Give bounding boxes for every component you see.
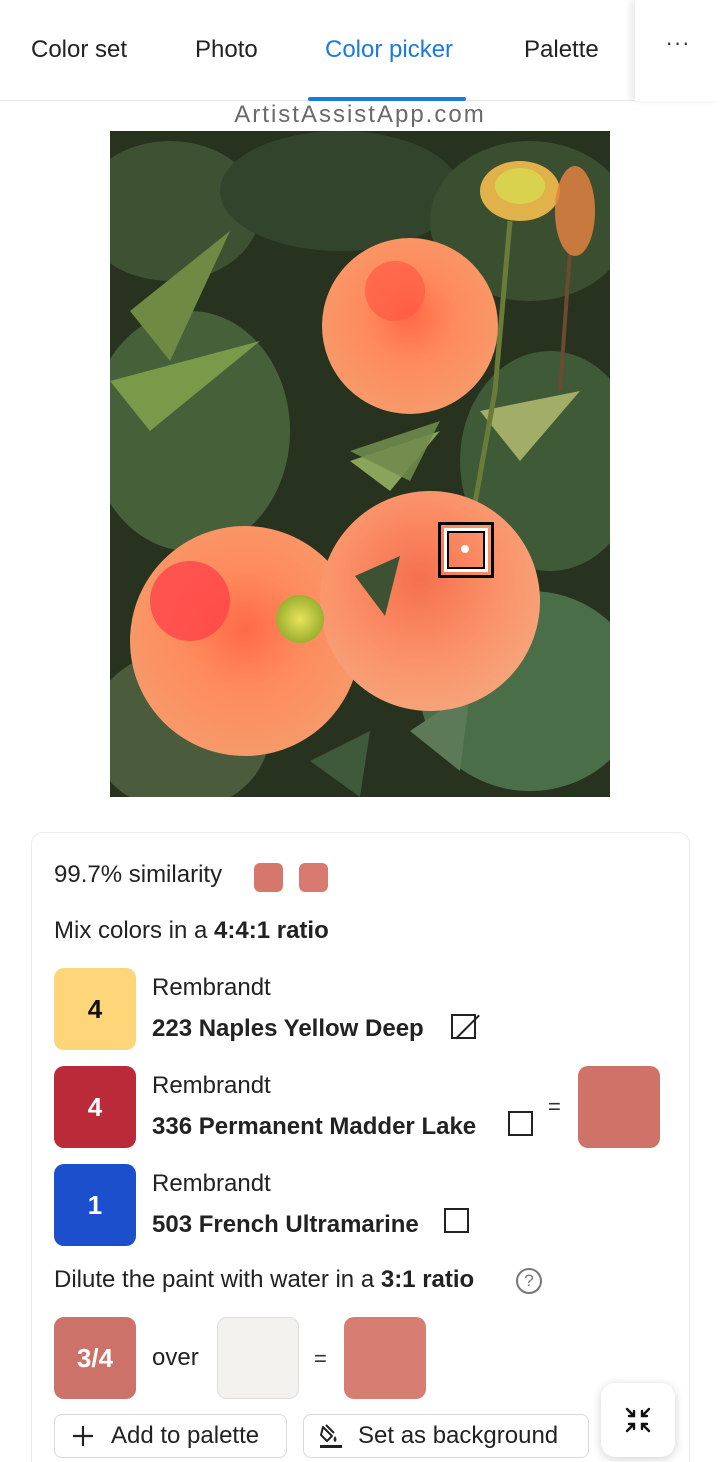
- tab-color-picker[interactable]: Color picker: [325, 36, 453, 64]
- paint-3-swatch: 1: [54, 1164, 136, 1246]
- paint-1-opaque-icon: [451, 1014, 476, 1039]
- exit-fullscreen-button[interactable]: [601, 1383, 675, 1457]
- mix-ratio-value: 4:4:1 ratio: [214, 917, 329, 944]
- paint-2-name: 336 Permanent Madder Lake: [152, 1113, 477, 1140]
- set-as-background-button[interactable]: Set as background: [303, 1414, 589, 1458]
- photo-canvas[interactable]: [110, 131, 610, 797]
- tab-palette[interactable]: Palette: [524, 36, 599, 64]
- paint-1-name: 223 Naples Yellow Deep: [152, 1015, 424, 1042]
- dahlia-photo: [110, 131, 610, 797]
- paint-3-count: 1: [87, 1189, 103, 1220]
- paint-1-brand: Rembrandt: [152, 974, 271, 1001]
- tab-color-set[interactable]: Color set: [31, 36, 127, 64]
- add-to-palette-label: Add to palette: [111, 1422, 260, 1449]
- more-tabs-button[interactable]: ···: [634, 0, 720, 101]
- mix-equals-sign: =: [548, 1094, 561, 1119]
- add-to-palette-button[interactable]: Add to palette: [54, 1414, 287, 1458]
- dilute-prefix: Dilute the paint with water in a: [54, 1266, 375, 1293]
- dilute-fraction: 3/4: [76, 1342, 114, 1373]
- matched-color-swatch: [299, 863, 328, 892]
- paint-2-swatch: 4: [54, 1066, 136, 1148]
- dilute-result-swatch: [344, 1317, 426, 1399]
- paint-2-count: 4: [87, 1091, 103, 1122]
- mix-result-swatch: [578, 1066, 660, 1148]
- tab-photo[interactable]: Photo: [195, 36, 258, 64]
- paint-bucket-icon: [304, 1423, 358, 1449]
- color-picker-dot: [461, 545, 469, 553]
- paint-2-transparent-icon: [508, 1111, 533, 1136]
- help-icon[interactable]: ?: [516, 1268, 542, 1294]
- mix-ratio-line: Mix colors in a 4:4:1 ratio: [54, 917, 329, 945]
- similarity-line: 99.7% similarity: [54, 861, 222, 889]
- dilute-over-label: over: [152, 1344, 199, 1371]
- dilute-equals-sign: =: [314, 1346, 327, 1371]
- tab-bar: Color set Photo Color picker Palette ···: [0, 0, 720, 101]
- dilute-line: Dilute the paint with water in a 3:1 rat…: [54, 1266, 474, 1294]
- similarity-value: 99.7%: [54, 861, 123, 888]
- set-as-background-label: Set as background: [358, 1422, 559, 1449]
- dilute-fraction-swatch: 3/4: [54, 1317, 136, 1399]
- collapse-arrows-icon: [625, 1407, 651, 1433]
- paint-1-swatch: 4: [54, 968, 136, 1050]
- plus-icon: [55, 1424, 111, 1448]
- more-icon: ···: [665, 30, 691, 55]
- paint-3-brand: Rembrandt: [152, 1170, 271, 1197]
- paint-1-count: 4: [87, 993, 103, 1024]
- paint-3-transparent-icon: [444, 1208, 469, 1233]
- watermark: ArtistAssistApp.com: [234, 101, 486, 128]
- mix-ratio-prefix: Mix colors in a: [54, 917, 208, 944]
- dilute-ratio: 3:1 ratio: [380, 1266, 475, 1293]
- paint-3-name: 503 French Ultramarine: [152, 1211, 419, 1238]
- target-color-swatch: [254, 863, 283, 892]
- similarity-label: similarity: [128, 861, 223, 888]
- paint-2-brand: Rembrandt: [152, 1072, 271, 1099]
- paper-swatch: [217, 1317, 299, 1399]
